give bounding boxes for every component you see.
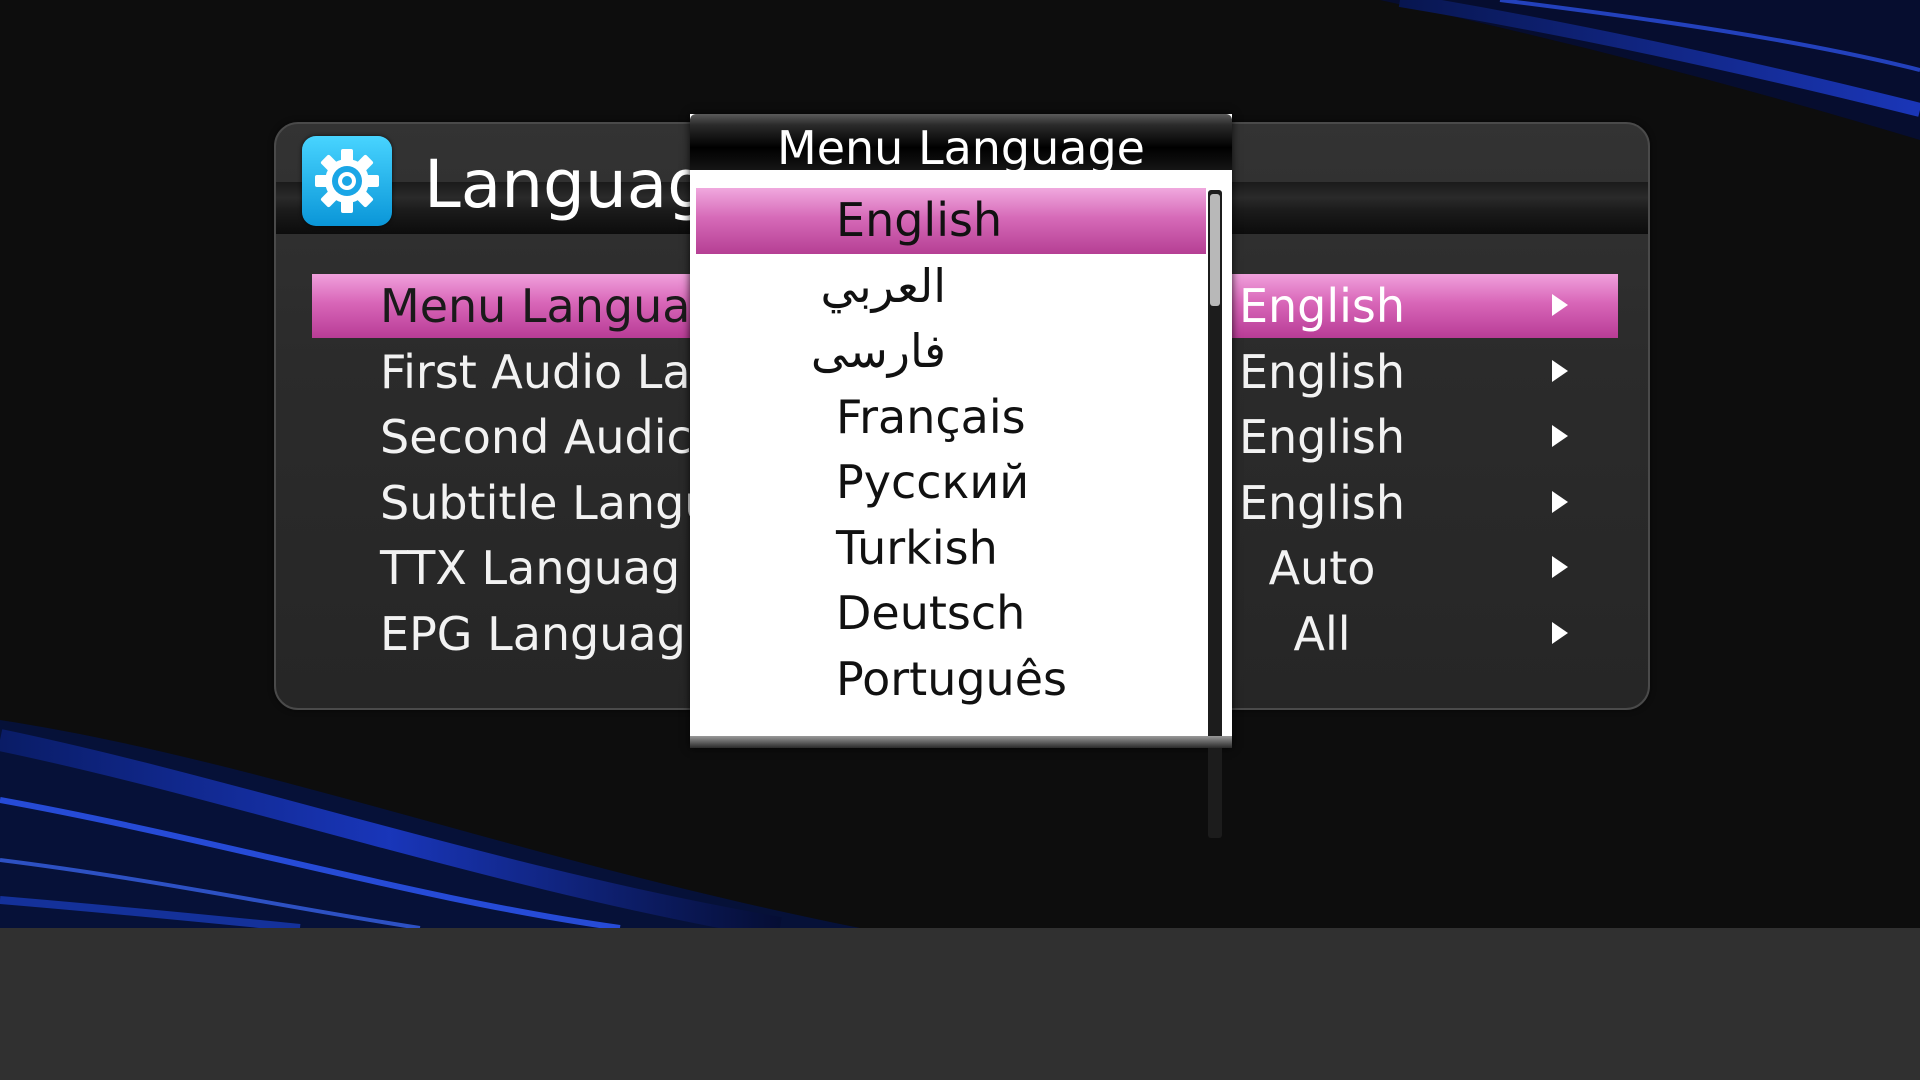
scrollbar-thumb[interactable]: [1210, 194, 1220, 306]
option-label: Turkish: [836, 520, 998, 575]
row-label: First Audio La: [380, 344, 691, 399]
row-label: EPG Languag: [380, 606, 686, 661]
language-option-portuguese[interactable]: Português: [696, 647, 1206, 713]
language-option-persian[interactable]: فارسی: [696, 319, 1206, 385]
menu-language-popup: Menu Language English العربي فارسی Franç…: [690, 114, 1232, 838]
row-label: Second Audic: [380, 410, 692, 464]
row-label: TTX Languag: [380, 541, 681, 595]
arrow-right-icon: [1552, 425, 1568, 447]
popup-title: Menu Language: [777, 121, 1145, 175]
row-value: English: [1238, 475, 1406, 530]
option-label: Português: [836, 651, 1067, 706]
row-value: English: [1238, 279, 1406, 333]
popup-footer: [690, 736, 1232, 748]
option-label: فارسی: [810, 324, 946, 378]
option-label: Français: [836, 389, 1026, 444]
language-option-russian[interactable]: Русский: [696, 450, 1206, 516]
popup-header: Menu Language: [690, 114, 1232, 174]
tv-screen: Languag Menu Langua English First Audio …: [0, 0, 1920, 1080]
row-value: English: [1238, 410, 1406, 464]
row-label: Subtitle Langu: [380, 475, 714, 530]
language-option-french[interactable]: Français: [696, 385, 1206, 451]
language-option-turkish[interactable]: Turkish: [696, 516, 1206, 582]
option-label: Deutsch: [836, 586, 1026, 640]
language-option-english[interactable]: English: [696, 188, 1206, 254]
arrow-right-icon: [1552, 621, 1568, 644]
option-label: العربي: [820, 258, 946, 313]
arrow-right-icon: [1552, 556, 1568, 578]
arrow-right-icon: [1552, 294, 1568, 316]
arrow-right-icon: [1552, 359, 1568, 382]
gear-icon: [302, 136, 392, 226]
option-label: Русский: [836, 455, 1030, 509]
row-label: Menu Langua: [380, 279, 691, 333]
bottom-bar: [0, 928, 1920, 1080]
row-value: Auto: [1268, 541, 1376, 595]
arrow-right-icon: [1552, 490, 1568, 513]
language-option-list: English العربي فارسی Français Русский Tu…: [696, 188, 1206, 712]
row-value: English: [1238, 344, 1406, 399]
language-option-arabic[interactable]: العربي: [696, 254, 1206, 320]
language-option-german[interactable]: Deutsch: [696, 581, 1206, 647]
option-label: English: [836, 193, 1003, 247]
page-title: Languag: [424, 146, 710, 223]
row-value: All: [1293, 606, 1351, 661]
